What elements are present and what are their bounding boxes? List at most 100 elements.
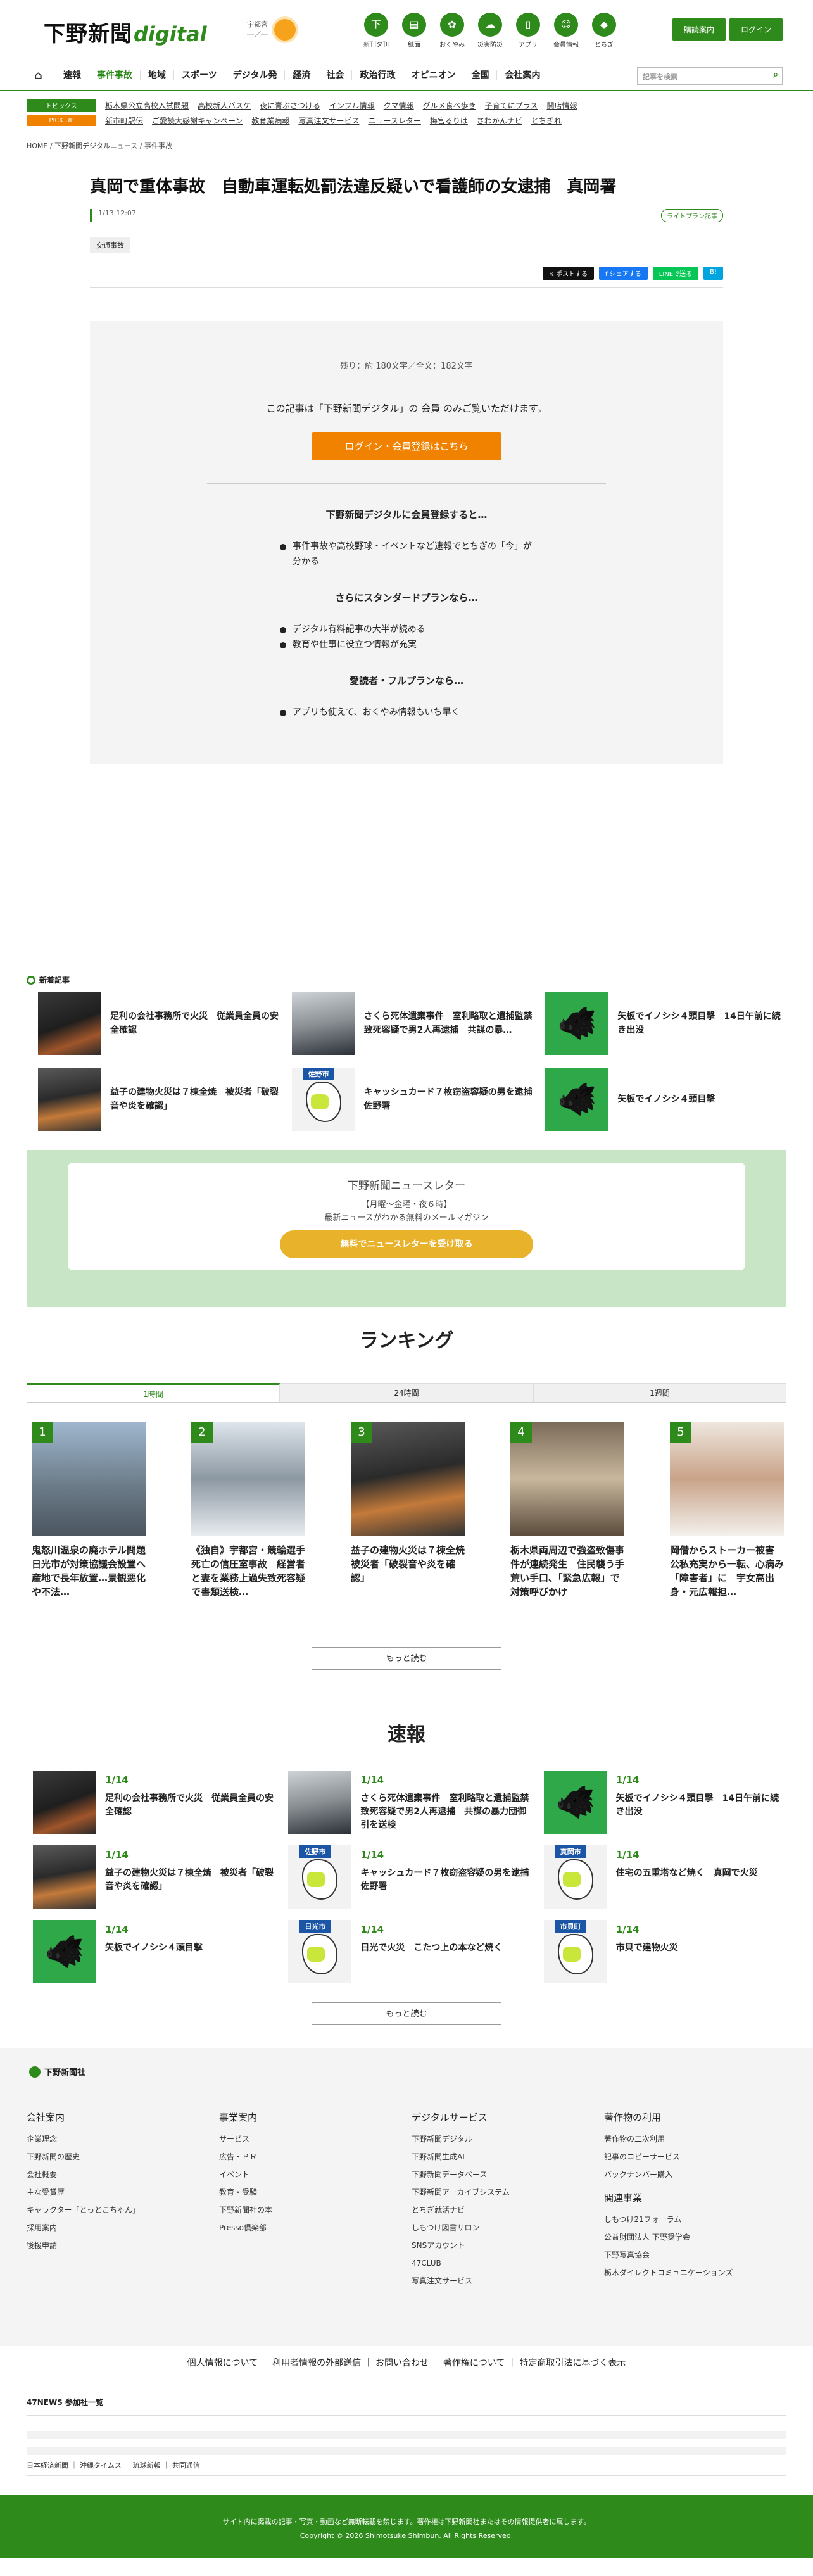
footer-link[interactable]: 記事のコピーサービス	[604, 2148, 797, 2166]
sokuho-title[interactable]: 益子の建物火災は７棟全焼 被災者「破裂音や炎を確認」	[105, 1867, 275, 1893]
thumbnail[interactable]: 日光市	[288, 1920, 352, 1983]
footer-link[interactable]: 下野新聞の歴史	[27, 2148, 219, 2166]
thumbnail[interactable]: 🐗	[545, 992, 609, 1055]
footer-link[interactable]: イベント	[219, 2166, 412, 2183]
breadcrumb-item[interactable]: 下野新聞デジタルニュース	[54, 142, 137, 150]
topic-link[interactable]: 開店情報	[546, 100, 577, 111]
sokuho-item[interactable]: 🐗 1/14 矢板でイノシシ４頭目撃	[33, 1920, 275, 1983]
n47-row[interactable]: 日本経済新聞 ｜ 沖縄タイムス ｜ 琉球新報 ｜ 共同通信	[27, 2458, 786, 2470]
topic-link[interactable]: 栃木県公立高校入試問題	[105, 100, 189, 111]
paywall-login-button[interactable]: ログイン・会員登録はこちら	[312, 432, 501, 460]
thumbnail[interactable]	[288, 1771, 352, 1834]
ranking-title[interactable]: 栃木県両周辺で強盗致傷事件が連続発生 住民襲う手荒い手口、「緊急広報」で対策呼び…	[510, 1543, 624, 1613]
nav-item-9[interactable]: 全国	[463, 70, 498, 80]
ranking-title[interactable]: 岡借からストーカー被害 公私充実から一転、心病み「障害者」に 宇女高出身・元広報…	[670, 1543, 784, 1613]
new-article-item[interactable]: 足利の会社事務所で火災 従業員全員の安全確認	[38, 992, 279, 1055]
ranking-title[interactable]: 鬼怒川温泉の廃ホテル問題 日光市が対策協議会設置へ 産地で長年放置…景観悪化や不…	[32, 1543, 146, 1613]
topic-link[interactable]: クマ情報	[384, 100, 414, 111]
site-logo[interactable]: 下野新聞 digital	[44, 16, 207, 47]
thumbnail[interactable]: 佐野市	[291, 1068, 355, 1131]
new-article-title[interactable]: さくら死体遺棄事件 室利略取と遺捕監禁致死容疑で男2人再逮捕 共謀の暴…	[364, 1009, 533, 1037]
new-article-title[interactable]: 矢板でイノシシ４頭目撃	[617, 1092, 715, 1106]
sokuho-title[interactable]: 日光で火災 こたつ上の本など焼く	[360, 1941, 502, 1955]
pickup-link[interactable]: 教育業病報	[251, 115, 289, 126]
quick-link-1[interactable]: ▤ 紙面	[400, 13, 428, 49]
footer-link[interactable]: 後援申請	[27, 2237, 219, 2254]
quick-link-2[interactable]: ✿ おくやみ	[438, 13, 466, 49]
weather-widget[interactable]: 宇都宮 ―／―	[247, 19, 296, 41]
quick-link-5[interactable]: ☺ 会員情報	[552, 13, 580, 49]
pickup-link[interactable]: ご愛読大感謝キャンペーン	[152, 115, 243, 126]
login-button[interactable]: ログイン	[729, 18, 783, 41]
ranking-item[interactable]: 2 《独自》宇都宮・競輪選手死亡の信圧室事故 経営者と妻を業務上過失致死容疑で書類…	[191, 1422, 305, 1613]
home-icon[interactable]: ⌂	[34, 69, 56, 82]
sokuho-item[interactable]: 1/14 足利の会社事務所で火災 従業員全員の安全確認	[33, 1771, 275, 1834]
sokuho-item[interactable]: 1/14 益子の建物火災は７棟全焼 被災者「破裂音や炎を確認」	[33, 1845, 275, 1909]
footer-link[interactable]: 公益財団法人 下野奨学会	[604, 2228, 797, 2246]
search-input[interactable]: 記事を検索 ⌕	[637, 67, 783, 85]
search-icon[interactable]: ⌕	[773, 70, 778, 80]
newsletter-subscribe-button[interactable]: 無料でニュースレターを受け取る	[280, 1230, 533, 1258]
sokuho-title[interactable]: 矢板でイノシシ４頭目撃 14日午前に続き出没	[616, 1792, 786, 1819]
ranking-item[interactable]: 1 鬼怒川温泉の廃ホテル問題 日光市が対策協議会設置へ 産地で長年放置…景観悪化や…	[32, 1422, 146, 1613]
nav-item-0[interactable]: 速報	[56, 70, 89, 80]
pickup-link[interactable]: さわかんナビ	[477, 115, 522, 126]
topic-link[interactable]: インフル情報	[329, 100, 375, 111]
category-tag[interactable]: 交通事故	[90, 237, 130, 253]
new-article-title[interactable]: 足利の会社事務所で火災 従業員全員の安全確認	[110, 1009, 279, 1037]
thumbnail[interactable]: 市貝町	[543, 1920, 607, 1983]
new-article-item[interactable]: 🐗 矢板でイノシシ４頭目撃	[545, 1068, 786, 1131]
breadcrumb-item[interactable]: HOME	[27, 142, 47, 150]
footer-link[interactable]: 栃木ダイレクトコミュニケーションズ	[604, 2264, 797, 2282]
footer-link[interactable]: しもつけ21フォーラム	[604, 2211, 797, 2228]
thumbnail[interactable]: 4	[510, 1422, 624, 1536]
quick-link-4[interactable]: ▯ アプリ	[514, 13, 542, 49]
thumbnail[interactable]: 真岡市	[543, 1845, 607, 1909]
sokuho-item[interactable]: 真岡市 1/14 住宅の五重塔など焼く 真岡で火災	[543, 1845, 786, 1909]
share-hatena-button[interactable]: B!	[703, 267, 723, 280]
nav-item-3[interactable]: スポーツ	[174, 70, 225, 80]
thumbnail[interactable]: 佐野市	[288, 1845, 352, 1909]
sokuho-title[interactable]: 足利の会社事務所で火災 従業員全員の安全確認	[105, 1792, 275, 1819]
footer-link[interactable]: とちぎ就活ナビ	[412, 2201, 604, 2219]
thumbnail[interactable]: 5	[670, 1422, 784, 1536]
new-article-item[interactable]: 益子の建物火災は７棟全焼 被災者「破裂音や炎を確認」	[38, 1068, 279, 1131]
ranking-tab-0[interactable]: 1時間	[27, 1383, 280, 1402]
sokuho-title[interactable]: 市貝で建物火災	[616, 1941, 678, 1955]
subscribe-button[interactable]: 購読案内	[672, 18, 726, 41]
ranking-item[interactable]: 5 岡借からストーカー被害 公私充実から一転、心病み「障害者」に 宇女高出身・元広…	[670, 1422, 784, 1613]
nav-item-8[interactable]: オピニオン	[403, 70, 464, 80]
thumbnail[interactable]: 2	[191, 1422, 305, 1536]
sokuho-more-button[interactable]: もっと読む	[312, 2002, 501, 2025]
sokuho-item[interactable]: 🐗 1/14 矢板でイノシシ４頭目撃 14日午前に続き出没	[543, 1771, 786, 1834]
sokuho-item[interactable]: 日光市 1/14 日光で火災 こたつ上の本など焼く	[288, 1920, 531, 1983]
footer-link[interactable]: 下野新聞社の本	[219, 2201, 412, 2219]
quick-link-6[interactable]: ◆ とちぎ	[590, 13, 618, 49]
footer-link[interactable]: バックナンバー購入	[604, 2166, 797, 2183]
new-article-item[interactable]: さくら死体遺棄事件 室利略取と遺捕監禁致死容疑で男2人再逮捕 共謀の暴…	[291, 992, 533, 1055]
footer-logo[interactable]: 下野新聞社	[29, 2066, 813, 2078]
ranking-more-button[interactable]: もっと読む	[312, 1647, 501, 1670]
footer-link[interactable]: 著作物の二次利用	[604, 2130, 797, 2148]
quick-link-0[interactable]: 下新刊夕刊	[362, 13, 390, 49]
footer-link[interactable]: SNSアカウント	[412, 2237, 604, 2254]
footer-links[interactable]: 個人情報について ｜ 利用者情報の外部送信 ｜ お問い合わせ ｜ 著作権について…	[0, 2346, 813, 2379]
footer-link[interactable]: キャラクター「とっとこちゃん」	[27, 2201, 219, 2219]
thumbnail[interactable]	[38, 1068, 101, 1131]
sokuho-title[interactable]: さくら死体遺棄事件 室利略取と遺捕監禁致死容疑で男2人再逮捕 共謀の暴力団御引を…	[360, 1792, 531, 1832]
footer-link[interactable]: 主な受賞歴	[27, 2183, 219, 2201]
new-article-title[interactable]: 益子の建物火災は７棟全焼 被災者「破裂音や炎を確認」	[110, 1085, 279, 1113]
thumbnail[interactable]: 3	[351, 1422, 465, 1536]
thumbnail[interactable]	[38, 992, 101, 1055]
footer-link[interactable]: 下野新聞デジタル	[412, 2130, 604, 2148]
footer-link[interactable]: 47CLUB	[412, 2254, 604, 2272]
topic-link[interactable]: グルメ食べ歩き	[423, 100, 476, 111]
new-article-item[interactable]: 🐗 矢板でイノシシ４頭目撃 14日午前に続き出没	[545, 992, 786, 1055]
share-x-button[interactable]: 𝕏 ポストする	[542, 267, 595, 280]
sokuho-title[interactable]: 住宅の五重塔など焼く 真岡で火災	[616, 1867, 758, 1880]
topic-link[interactable]: 夜に青ぶさつける	[260, 100, 320, 111]
topic-link[interactable]: 高校新人バスケ	[198, 100, 251, 111]
quick-link-3[interactable]: ☁ 災害防災	[476, 13, 504, 49]
nav-item-10[interactable]: 会社案内	[497, 70, 549, 80]
ranking-tab-2[interactable]: 1週間	[533, 1383, 786, 1402]
